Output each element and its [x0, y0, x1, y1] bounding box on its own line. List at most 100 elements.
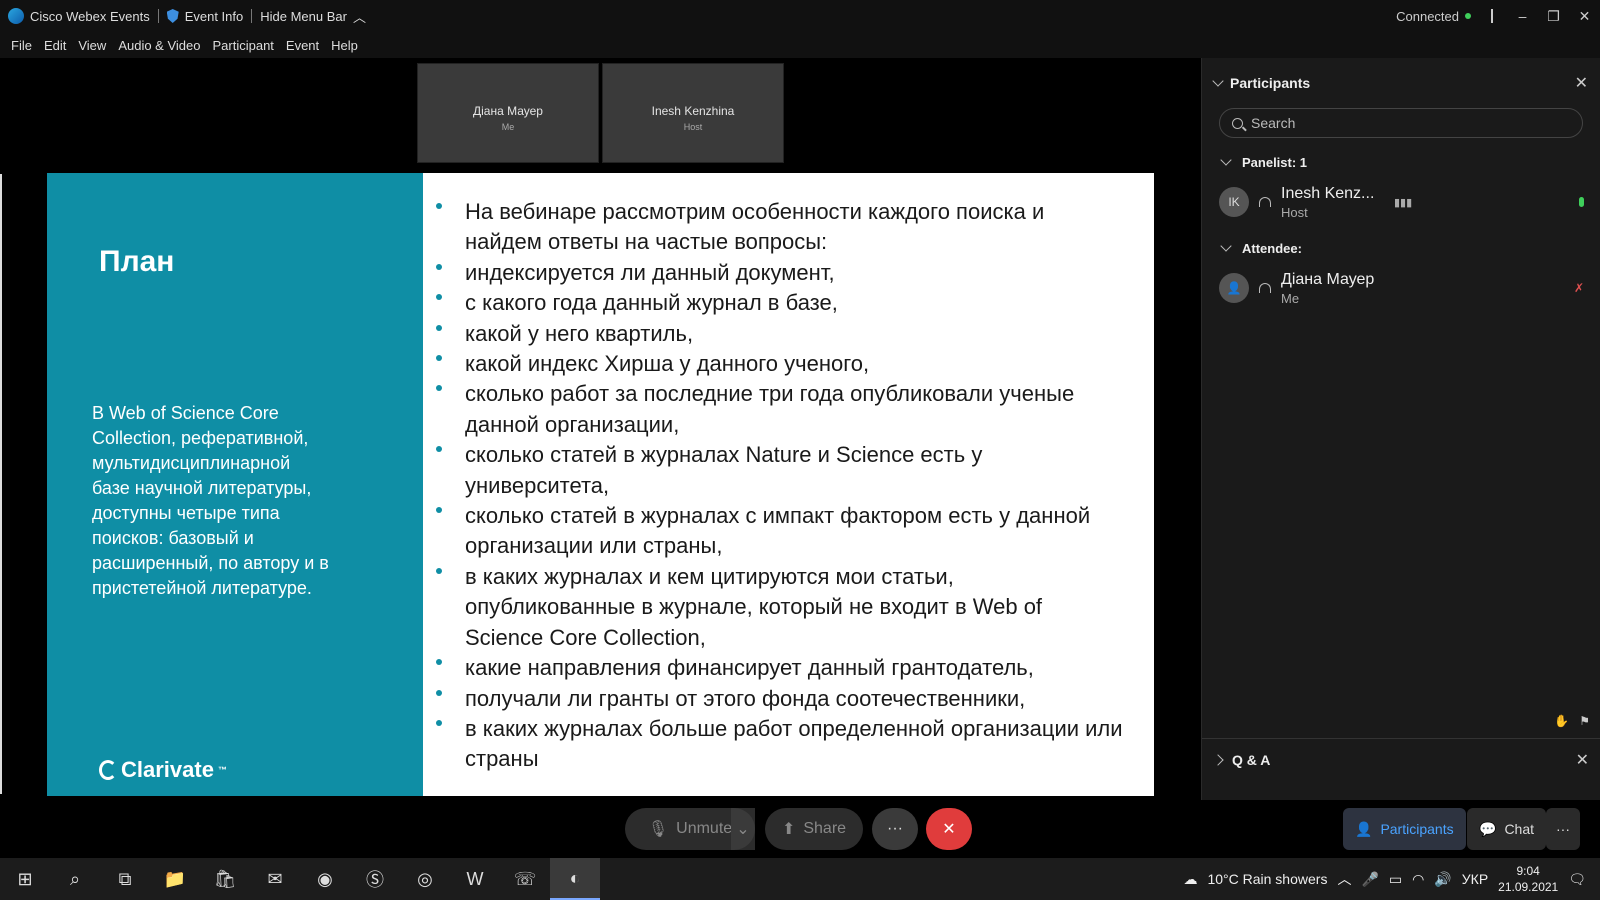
- chat-toggle-button[interactable]: 💬 Chat: [1467, 808, 1547, 850]
- clock-time: 9:04: [1516, 864, 1540, 878]
- share-button[interactable]: ⬆ Share: [765, 808, 863, 850]
- meeting-controls: 🎙 Unmute ⌄ ⬆ Share ··· ✕ 👤 Participants …: [0, 800, 1600, 858]
- notification-icon[interactable]: 🗨: [1568, 871, 1586, 888]
- windows-taskbar: ⊞ ⌕ ⧉ 📁 🛍 ✉ ◉ Ⓢ ◎ W ☏ ◐ ☁ 10°C Rain show…: [0, 858, 1600, 900]
- search-icon: [1232, 117, 1243, 129]
- slide-bullet: какой индекс Хирша у данного ученого,: [429, 349, 1124, 379]
- language-indicator[interactable]: УКР: [1462, 871, 1488, 887]
- menu-audio-video[interactable]: Audio & Video: [112, 38, 206, 53]
- video-thumbnail-me[interactable]: Діана Мауер Me: [417, 63, 599, 163]
- webex-logo-icon: [8, 8, 24, 24]
- task-view-icon[interactable]: ⧉: [100, 858, 150, 900]
- participants-panel: Participants ✕ Search Panelist: 1 IK Ine…: [1201, 58, 1600, 800]
- chrome-icon[interactable]: ◎: [400, 858, 450, 900]
- slide-bullet: какие направления финансирует данный гра…: [429, 653, 1124, 683]
- more-options-button[interactable]: ···: [872, 808, 918, 850]
- share-label: Share: [803, 820, 847, 837]
- slide-bullet: сколько работ за последние три года опуб…: [429, 379, 1124, 440]
- qa-label: Q & A: [1232, 751, 1271, 768]
- chevron-up-icon: ︿: [352, 9, 366, 25]
- participants-toggle-label: Participants: [1380, 821, 1454, 837]
- raise-hand-icon[interactable]: ✋: [1554, 714, 1569, 728]
- menu-view[interactable]: View: [72, 38, 112, 53]
- clock-date: 21.09.2021: [1498, 880, 1559, 894]
- menu-edit[interactable]: Edit: [38, 38, 72, 53]
- menu-event[interactable]: Event: [280, 38, 325, 53]
- connection-status: Connected: [1396, 9, 1471, 24]
- close-qa-button[interactable]: ✕: [1576, 750, 1589, 770]
- hide-menu-bar-button[interactable]: Hide Menu Bar ︿: [252, 7, 374, 26]
- panel-more-button[interactable]: ···: [1546, 808, 1580, 850]
- slide-bullets: На вебинаре рассмотрим особенности каждо…: [429, 197, 1124, 775]
- qa-header[interactable]: Q & A ✕: [1202, 738, 1600, 780]
- connection-status-label: Connected: [1396, 8, 1459, 24]
- mail-icon[interactable]: ✉: [250, 858, 300, 900]
- volume-icon[interactable]: 🔊: [1434, 871, 1451, 888]
- file-explorer-icon[interactable]: 📁: [150, 858, 200, 900]
- start-button[interactable]: ⊞: [0, 858, 50, 900]
- menu-participant[interactable]: Participant: [206, 38, 279, 53]
- search-icon[interactable]: ⌕: [50, 858, 100, 900]
- signal-strength-icon: ▮▮▮: [1394, 196, 1413, 209]
- leave-button[interactable]: ✕: [926, 808, 972, 850]
- participant-info: Inesh Kenz... Host: [1281, 185, 1374, 220]
- event-info-button[interactable]: Event Info: [159, 9, 252, 24]
- edge-icon[interactable]: ◉: [300, 858, 350, 900]
- headset-icon: [1259, 197, 1271, 207]
- thumbnail-name: Inesh Kenzhina: [651, 104, 735, 118]
- person-icon: 👤: [1355, 820, 1373, 837]
- slide-bullet: сколько статей в журналах с импакт факто…: [429, 501, 1124, 562]
- close-icon: ✕: [942, 821, 956, 838]
- more-icon: ···: [1556, 821, 1570, 837]
- word-icon[interactable]: W: [450, 858, 500, 900]
- slide-sidebar: План В Web of Science Core Collection, р…: [47, 173, 423, 796]
- share-icon: ⬆: [781, 821, 796, 838]
- restore-button[interactable]: ❐: [1538, 0, 1569, 32]
- minimize-button[interactable]: –: [1507, 0, 1538, 32]
- chevron-down-icon[interactable]: [1212, 75, 1224, 87]
- attendee-group-header[interactable]: Attendee:: [1202, 230, 1600, 266]
- store-icon[interactable]: 🛍: [200, 858, 250, 900]
- menu-help[interactable]: Help: [325, 38, 364, 53]
- video-thumbnail-host[interactable]: Inesh Kenzhina Host: [602, 63, 784, 163]
- system-tray: ☁ 10°C Rain showers ︿ 🎤 ▭ ◠ 🔊 УКР 9:04 2…: [1183, 858, 1600, 900]
- search-input[interactable]: Search: [1219, 108, 1583, 138]
- menu-file[interactable]: File: [5, 38, 38, 53]
- participant-row-me[interactable]: 👤 Діана Мауер Me ✗: [1202, 266, 1600, 310]
- battery-icon[interactable]: ▭: [1389, 871, 1402, 888]
- window-controls: Connected – ❐ ✕: [1396, 0, 1600, 32]
- slide-title: План: [99, 245, 175, 278]
- shield-icon: [166, 9, 179, 23]
- viber-icon[interactable]: ☏: [500, 858, 550, 900]
- stage-edge: [0, 174, 2, 794]
- participants-toggle-button[interactable]: 👤 Participants: [1343, 808, 1466, 850]
- slide-bullet: индексируется ли данный документ,: [429, 258, 1124, 288]
- clarivate-logo: Clarivate ™: [99, 757, 227, 783]
- slide-bullet: На вебинаре рассмотрим особенности каждо…: [429, 197, 1124, 258]
- status-dot-icon: [1465, 13, 1471, 19]
- slide-bullet: с какого года данный журнал в базе,: [429, 288, 1124, 318]
- participants-header[interactable]: Participants ✕: [1202, 58, 1600, 108]
- slide-description: В Web of Science Core Collection, рефера…: [92, 403, 329, 598]
- chevron-up-icon[interactable]: ︿: [1337, 869, 1351, 889]
- wifi-icon[interactable]: ◠: [1412, 871, 1424, 888]
- shared-slide: План В Web of Science Core Collection, р…: [47, 173, 1154, 796]
- panel-tool-icons: ✋ ⚑: [1554, 714, 1590, 728]
- mic-muted-icon[interactable]: ✗: [1574, 281, 1584, 295]
- chevron-down-icon: [1220, 240, 1232, 252]
- flag-icon[interactable]: ⚑: [1579, 714, 1590, 728]
- slide-bullet: в каких журналах и кем цитируются мои ст…: [429, 562, 1124, 653]
- thumbnail-role: Me: [501, 122, 515, 132]
- thumbnail-role: Host: [683, 122, 703, 132]
- avatar: IK: [1219, 187, 1249, 217]
- weather-label[interactable]: 10°C Rain showers: [1207, 871, 1327, 887]
- close-window-button[interactable]: ✕: [1569, 0, 1600, 32]
- clarivate-brand: Clarivate: [121, 757, 214, 782]
- participant-row-host[interactable]: IK Inesh Kenz... Host ▮▮▮: [1202, 180, 1600, 224]
- clock[interactable]: 9:04 21.09.2021: [1498, 863, 1558, 895]
- skype-icon[interactable]: Ⓢ: [350, 858, 400, 900]
- webex-taskbar-icon[interactable]: ◐: [550, 858, 600, 900]
- close-panel-button[interactable]: ✕: [1575, 73, 1588, 93]
- chevron-down-icon: [1220, 154, 1232, 166]
- panelist-group-header[interactable]: Panelist: 1: [1202, 144, 1600, 180]
